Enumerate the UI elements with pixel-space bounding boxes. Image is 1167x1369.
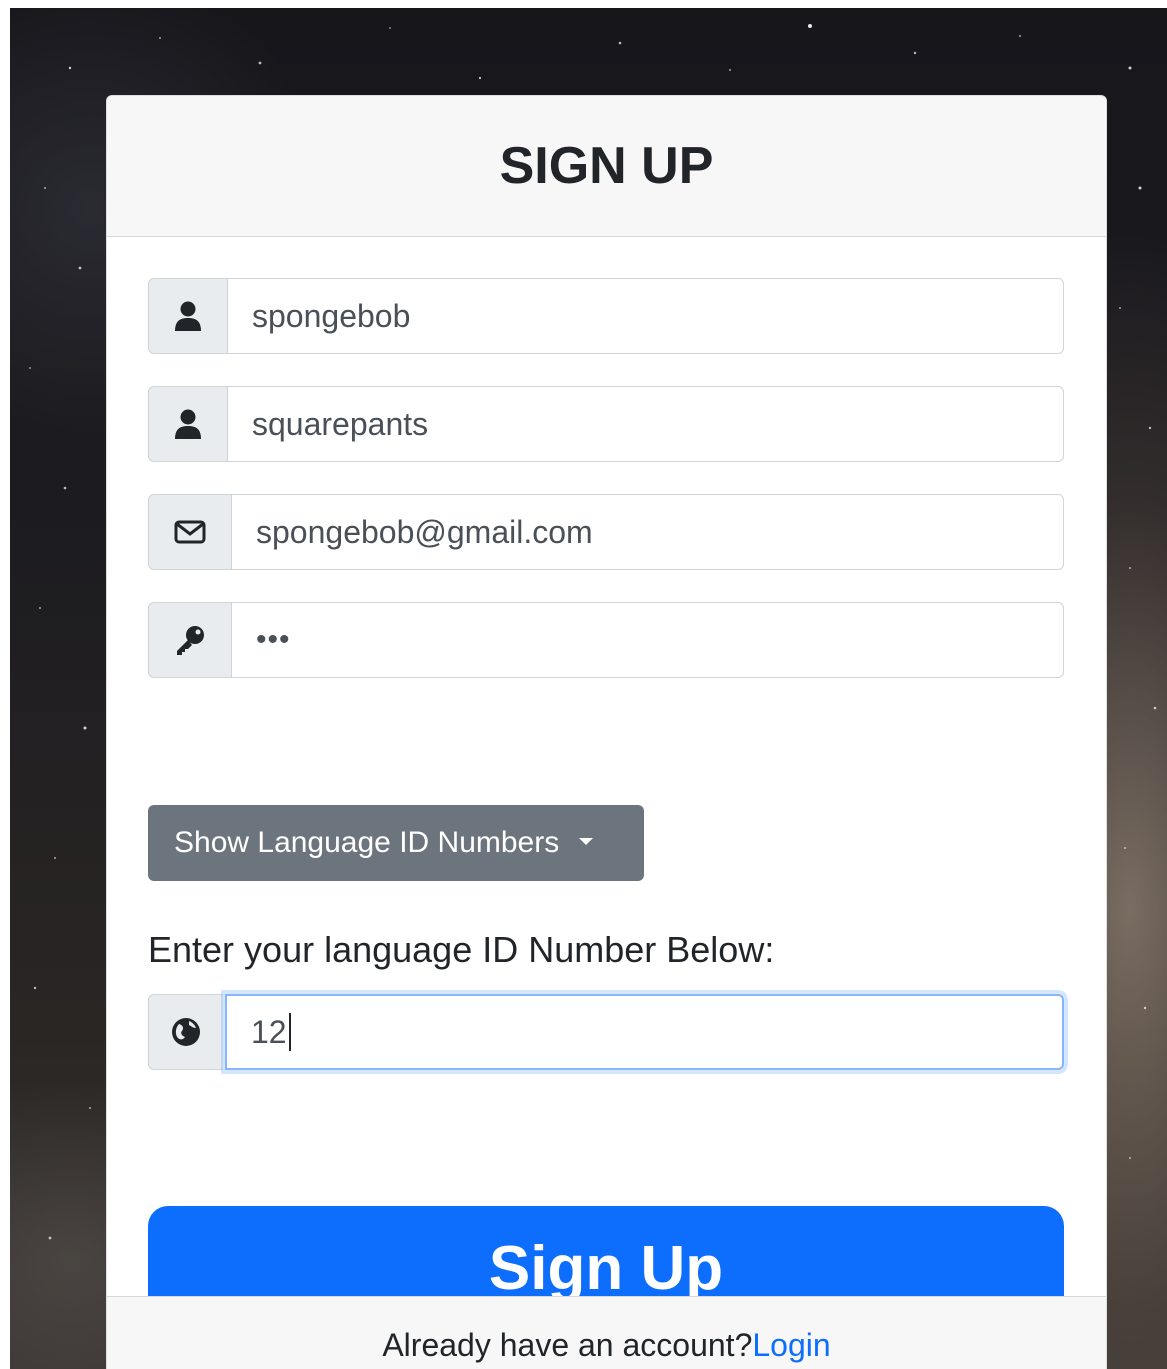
first-name-addon bbox=[148, 278, 227, 354]
text-cursor bbox=[288, 1013, 291, 1051]
page: SIGN UP spongebob squarepants spongebob@… bbox=[0, 0, 1167, 1369]
last-name-input[interactable]: squarepants bbox=[227, 386, 1064, 462]
key-icon bbox=[174, 624, 206, 656]
email-input[interactable]: spongebob@gmail.com bbox=[231, 494, 1064, 570]
card-footer: Already have an account?Login bbox=[107, 1296, 1106, 1369]
language-id-value: 12 bbox=[251, 1013, 287, 1050]
caret-down-icon bbox=[579, 837, 594, 845]
card-header: SIGN UP bbox=[107, 96, 1106, 237]
login-link[interactable]: Login bbox=[752, 1327, 830, 1363]
login-prompt: Already have an account? bbox=[382, 1327, 753, 1363]
first-name-input[interactable]: spongebob bbox=[227, 278, 1064, 354]
password-addon bbox=[148, 602, 231, 678]
user-icon bbox=[174, 408, 202, 440]
last-name-addon bbox=[148, 386, 227, 462]
email-addon bbox=[148, 494, 231, 570]
signup-card: SIGN UP spongebob squarepants spongebob@… bbox=[106, 95, 1107, 1369]
first-name-group: spongebob bbox=[148, 278, 1064, 354]
language-id-input[interactable]: 12 bbox=[225, 994, 1064, 1070]
last-name-value: squarepants bbox=[252, 405, 429, 442]
first-name-value: spongebob bbox=[252, 297, 411, 334]
last-name-group: squarepants bbox=[148, 386, 1064, 462]
language-id-group: 12 bbox=[148, 994, 1064, 1070]
user-icon bbox=[174, 300, 202, 332]
language-dropdown-button[interactable]: Show Language ID Numbers bbox=[148, 805, 644, 881]
language-id-addon bbox=[148, 994, 223, 1070]
email-value: spongebob@gmail.com bbox=[256, 513, 593, 550]
password-input[interactable]: ••• bbox=[231, 602, 1064, 678]
envelope-icon bbox=[174, 520, 206, 544]
email-group: spongebob@gmail.com bbox=[148, 494, 1064, 570]
language-dropdown-label: Show Language ID Numbers bbox=[174, 826, 560, 859]
password-group: ••• bbox=[148, 602, 1064, 678]
globe-icon bbox=[170, 1016, 202, 1048]
page-title: SIGN UP bbox=[499, 137, 714, 195]
language-id-label: Enter your language ID Number Below: bbox=[148, 929, 775, 970]
password-value: ••• bbox=[256, 623, 291, 656]
